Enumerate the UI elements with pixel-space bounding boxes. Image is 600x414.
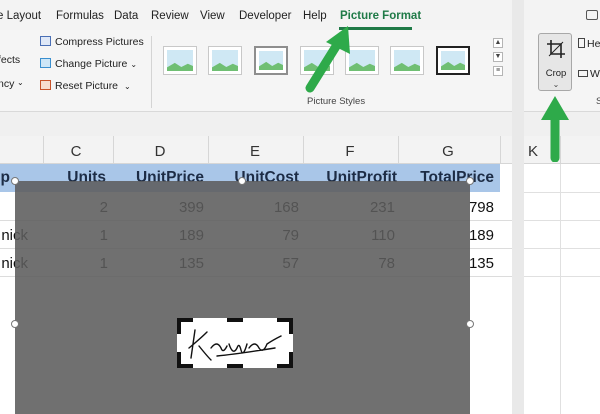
signature-image[interactable] <box>177 318 293 368</box>
reset-picture-label: Reset Picture <box>55 80 119 92</box>
height-label: He <box>587 38 600 50</box>
crop-handle-corner[interactable] <box>289 352 293 368</box>
width-label: W <box>590 68 600 80</box>
chevron-down-icon: ⌄ <box>130 60 138 69</box>
excel-window-right: Crop ⌄ He W S K <box>524 0 600 414</box>
tab-formulas[interactable]: Formulas <box>56 10 104 22</box>
tab-help[interactable]: Help <box>303 10 327 22</box>
excel-window-left: e Layout Formulas Data Review View Devel… <box>0 0 512 414</box>
ribbon-tab-bar: e Layout Formulas Data Review View Devel… <box>0 0 512 30</box>
column-header-g[interactable]: G <box>408 143 488 160</box>
change-picture-icon <box>40 58 51 68</box>
column-separator <box>208 136 209 164</box>
compress-icon <box>40 36 51 46</box>
size-group-label: S <box>596 96 600 107</box>
resize-handle[interactable] <box>466 320 474 328</box>
window-gap <box>512 0 524 414</box>
artistic-effects-button[interactable]: fects <box>0 54 20 66</box>
picture-style-thumb[interactable] <box>254 46 288 75</box>
transparency-button[interactable]: ncy <box>0 78 14 90</box>
tab-picture-format[interactable]: Picture Format <box>340 10 421 22</box>
crop-handle-corner[interactable] <box>289 318 293 334</box>
formula-bar-area <box>0 112 512 136</box>
tab-review[interactable]: Review <box>151 10 189 22</box>
signature-image-drawing <box>188 329 282 361</box>
crop-button[interactable]: Crop ⌄ <box>538 33 572 91</box>
comment-icon[interactable] <box>586 10 598 20</box>
reset-picture-icon <box>40 80 51 90</box>
ribbon: fects ncy ⌄ Compress Pictures Change Pic… <box>0 30 512 112</box>
height-icon <box>578 38 585 48</box>
column-separator <box>398 136 399 164</box>
column-header-d[interactable]: D <box>120 143 200 160</box>
crop-label: Crop <box>545 68 567 79</box>
column-separator <box>500 136 501 164</box>
selected-picture-crop-overlay[interactable] <box>15 181 470 414</box>
picture-style-thumb[interactable] <box>390 46 424 75</box>
chevron-down-icon: ⌄ <box>17 78 24 87</box>
width-icon <box>578 70 588 77</box>
picture-styles-group-label: Picture Styles <box>307 96 366 107</box>
column-header-f[interactable]: F <box>310 143 390 160</box>
crop-icon <box>547 40 565 58</box>
row-gridline <box>524 248 600 249</box>
resize-handle[interactable] <box>238 177 246 185</box>
annotation-arrow <box>305 26 350 93</box>
gallery-scroll-up-icon[interactable]: ▲ <box>493 38 503 48</box>
annotation-arrow <box>541 96 569 162</box>
column-header-e[interactable]: E <box>215 143 295 160</box>
row-gridline <box>524 276 600 277</box>
column-separator <box>113 136 114 164</box>
reset-picture-button[interactable]: Reset Picture ⌄ <box>40 80 131 92</box>
crop-handle-edge[interactable] <box>227 318 243 322</box>
width-field[interactable]: W <box>578 68 600 80</box>
picture-style-thumb[interactable] <box>436 46 470 75</box>
change-picture-label: Change Picture <box>55 58 128 70</box>
row-gridline <box>524 220 600 221</box>
crop-handle-corner[interactable] <box>177 318 181 334</box>
gallery-more-icon[interactable]: ≡ <box>493 66 503 76</box>
picture-style-thumb[interactable] <box>208 46 242 75</box>
resize-handle[interactable] <box>466 177 474 185</box>
column-gridline <box>560 164 561 414</box>
column-header-row: C D E F G <box>0 136 512 164</box>
chevron-down-icon: ⌄ <box>124 82 131 91</box>
header-cell-b[interactable]: p <box>0 169 10 187</box>
resize-handle[interactable] <box>11 177 19 185</box>
compress-pictures-label: Compress Pictures <box>55 36 144 48</box>
column-separator <box>43 136 44 164</box>
change-picture-button[interactable]: Change Picture ⌄ <box>40 58 137 70</box>
row-gridline <box>524 192 600 193</box>
height-field[interactable]: He <box>578 38 600 50</box>
group-separator <box>151 36 152 108</box>
gallery-scroll-down-icon[interactable]: ▼ <box>493 52 503 62</box>
chevron-down-icon: ⌄ <box>552 80 560 89</box>
tab-view[interactable]: View <box>200 10 225 22</box>
crop-handle-corner[interactable] <box>177 352 181 368</box>
column-header-c[interactable]: C <box>36 143 116 160</box>
tab-data[interactable]: Data <box>114 10 138 22</box>
crop-handle-edge[interactable] <box>227 364 243 368</box>
picture-style-thumb[interactable] <box>163 46 197 75</box>
tab-page-layout[interactable]: e Layout <box>0 10 41 22</box>
compress-pictures-button[interactable]: Compress Pictures <box>40 36 144 48</box>
column-separator <box>303 136 304 164</box>
ribbon-tab-bar <box>524 0 600 30</box>
resize-handle[interactable] <box>11 320 19 328</box>
tab-developer[interactable]: Developer <box>239 10 291 22</box>
